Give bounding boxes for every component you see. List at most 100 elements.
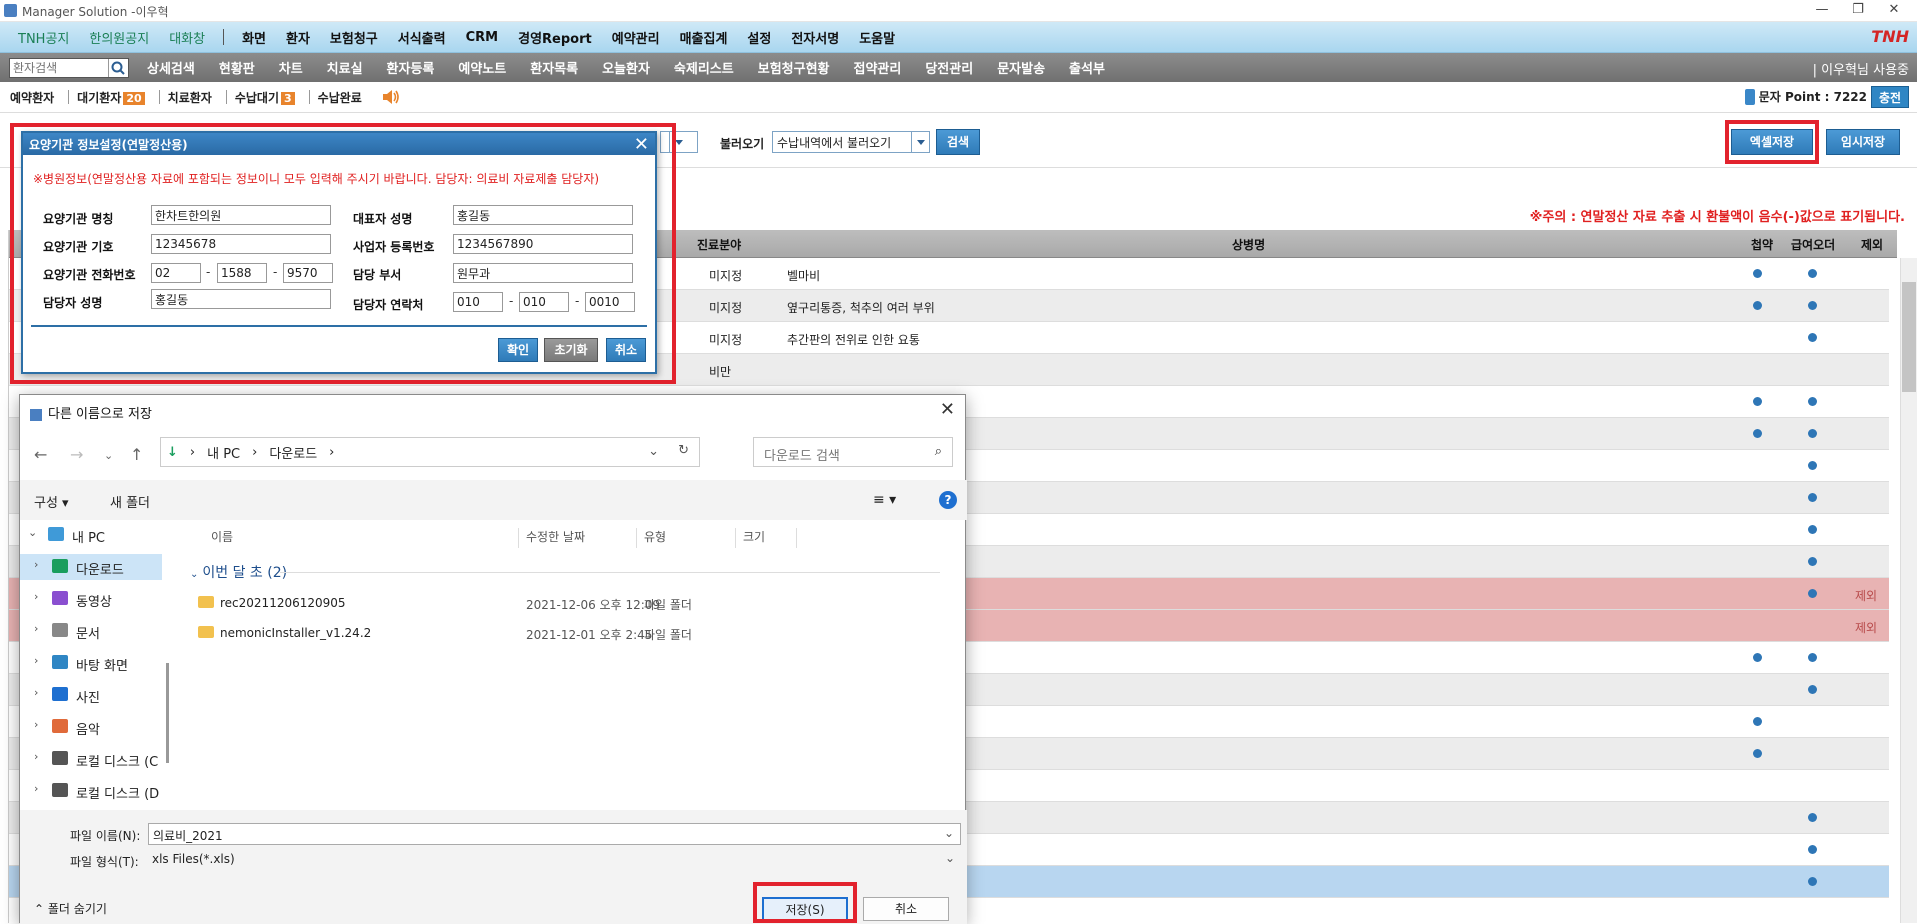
treating-patients-link[interactable]: 치료환자 [168, 89, 212, 106]
acu-indicator-icon[interactable] [1753, 269, 1762, 278]
menu-item[interactable]: 환자 [286, 28, 310, 47]
recent-chevron-icon[interactable]: ⌄ [104, 449, 113, 462]
payment-done-link[interactable]: 수납완료 [318, 89, 362, 106]
menu-item[interactable]: 예약관리 [612, 28, 660, 47]
menu-item[interactable]: 도움말 [859, 28, 895, 47]
up-arrow-icon[interactable]: ↑ [130, 445, 143, 464]
back-arrow-icon[interactable]: ← [34, 445, 47, 464]
col-date[interactable]: 수정한 날짜 [526, 528, 585, 545]
cancel-button[interactable]: 취소 [863, 897, 949, 921]
toolbar-item[interactable]: 환자등록 [387, 58, 435, 77]
close-icon[interactable]: ✕ [634, 134, 649, 155]
reset-button[interactable]: 초기화 [544, 338, 598, 362]
phone-part2-input[interactable] [217, 263, 267, 283]
menu-item[interactable]: 한의원공지 [89, 28, 149, 47]
load-source-select[interactable]: 수납내역에서 불러오기 [772, 131, 930, 153]
acu-indicator-icon[interactable] [1753, 429, 1762, 438]
chevron-right-icon[interactable]: › [34, 782, 38, 795]
charge-button[interactable]: 충전 [1871, 86, 1909, 108]
benefit-indicator-icon[interactable] [1808, 301, 1817, 310]
institution-name-input[interactable] [151, 205, 331, 225]
payment-wait-link[interactable]: 수납대기 3 [235, 89, 295, 106]
contact-name-input[interactable] [151, 289, 331, 309]
toolbar-item[interactable]: 당전관리 [925, 58, 973, 77]
grid-scrollbar-thumb[interactable] [1902, 282, 1916, 392]
benefit-indicator-icon[interactable] [1808, 397, 1817, 406]
tree-item[interactable]: › 로컬 디스크 (C [20, 746, 162, 772]
cell-exclude[interactable]: 제외 [1855, 587, 1877, 604]
cell-exclude[interactable]: 제외 [1855, 619, 1877, 636]
menu-item[interactable]: 보험청구 [330, 28, 378, 47]
toolbar-item[interactable]: 보험청구현황 [758, 58, 830, 77]
institution-code-input[interactable] [151, 234, 331, 254]
temp-save-button[interactable]: 임시저장 [1826, 129, 1900, 155]
menu-item[interactable]: 경영Report [518, 28, 592, 47]
benefit-indicator-icon[interactable] [1808, 813, 1817, 822]
tree-item[interactable]: › 바탕 화면 [20, 650, 162, 676]
benefit-indicator-icon[interactable] [1808, 877, 1817, 886]
benefit-indicator-icon[interactable] [1808, 493, 1817, 502]
cphone-part1-input[interactable] [453, 292, 503, 312]
toolbar-item[interactable]: 치료실 [327, 58, 363, 77]
chevron-right-icon[interactable]: › [34, 590, 38, 603]
filetype-select[interactable]: xls Files(*.xls) ⌄ [148, 849, 961, 871]
close-icon[interactable]: ✕ [940, 399, 955, 420]
benefit-indicator-icon[interactable] [1808, 653, 1817, 662]
file-group-header[interactable]: ⌄ 이번 달 초 (2) [190, 562, 287, 582]
chevron-right-icon[interactable]: › [34, 654, 38, 667]
excel-save-button[interactable]: 엑셀저장 [1731, 129, 1813, 155]
benefit-indicator-icon[interactable] [1808, 525, 1817, 534]
bizno-input[interactable] [453, 234, 633, 254]
benefit-indicator-icon[interactable] [1808, 557, 1817, 566]
benefit-indicator-icon[interactable] [1808, 269, 1817, 278]
maximize-icon[interactable]: ❐ [1843, 2, 1873, 20]
benefit-indicator-icon[interactable] [1808, 589, 1817, 598]
tree-item[interactable]: › 로컬 디스크 (D [20, 778, 162, 804]
tree-item[interactable]: › 사진 [20, 682, 162, 708]
new-folder-button[interactable]: 새 폴더 [110, 492, 150, 511]
tree-item[interactable]: › 문서 [20, 618, 162, 644]
col-type[interactable]: 유형 [644, 528, 666, 545]
acu-indicator-icon[interactable] [1753, 397, 1762, 406]
benefit-indicator-icon[interactable] [1808, 685, 1817, 694]
tree-item[interactable]: › 음악 [20, 714, 162, 740]
period-select[interactable] [660, 131, 698, 153]
tree-item[interactable]: › 동영상 [20, 586, 162, 612]
address-bar[interactable]: ↓ › 내 PC › 다운로드 › ⌄ ↻ [160, 437, 700, 467]
chevron-down-icon[interactable]: ⌄ [648, 444, 659, 459]
chevron-down-icon[interactable]: ⌄ [28, 526, 37, 539]
cancel-button[interactable]: 취소 [606, 338, 646, 362]
refresh-icon[interactable]: ↻ [678, 443, 689, 458]
menu-item[interactable]: 서식출력 [398, 28, 446, 47]
menu-item[interactable]: 전자서명 [791, 28, 839, 47]
col-name[interactable]: 이름 [211, 528, 233, 545]
view-options-icon[interactable]: ≡ ▾ [873, 492, 896, 508]
tree-item[interactable]: › 다운로드 [20, 554, 162, 580]
chevron-right-icon[interactable]: › [34, 750, 38, 763]
toolbar-item[interactable]: 상세검색 [147, 58, 195, 77]
reserved-patients-link[interactable]: 예약환자 [10, 89, 54, 106]
organize-menu[interactable]: 구성 ▾ [34, 492, 69, 511]
col-size[interactable]: 크기 [743, 528, 765, 545]
benefit-indicator-icon[interactable] [1808, 333, 1817, 342]
toolbar-item[interactable]: 예약노트 [458, 58, 506, 77]
acu-indicator-icon[interactable] [1753, 301, 1762, 310]
patient-search-input[interactable] [10, 58, 108, 77]
help-icon[interactable]: ? [939, 491, 957, 509]
chevron-down-icon[interactable]: ⌄ [944, 826, 954, 840]
waiting-patients-link[interactable]: 대기환자 20 [77, 89, 145, 106]
menu-item[interactable]: 화면 [242, 28, 266, 47]
hide-folders-toggle[interactable]: ⌃ 폴더 숨기기 [34, 900, 107, 917]
menu-item[interactable]: 설정 [747, 28, 771, 47]
acu-indicator-icon[interactable] [1753, 717, 1762, 726]
benefit-indicator-icon[interactable] [1808, 429, 1817, 438]
menu-item[interactable]: 대화창 [169, 28, 205, 47]
search-icon[interactable] [108, 58, 128, 77]
chevron-right-icon[interactable]: › [34, 686, 38, 699]
folder-search-input[interactable]: 다운로드 검색 ⌕ [753, 437, 953, 467]
rep-name-input[interactable] [453, 205, 633, 225]
filename-input[interactable]: 의료비_2021 ⌄ [148, 823, 961, 845]
breadcrumb-pc[interactable]: 내 PC [207, 443, 240, 462]
speaker-icon[interactable] [382, 89, 400, 105]
toolbar-item[interactable]: 환자목록 [530, 58, 578, 77]
